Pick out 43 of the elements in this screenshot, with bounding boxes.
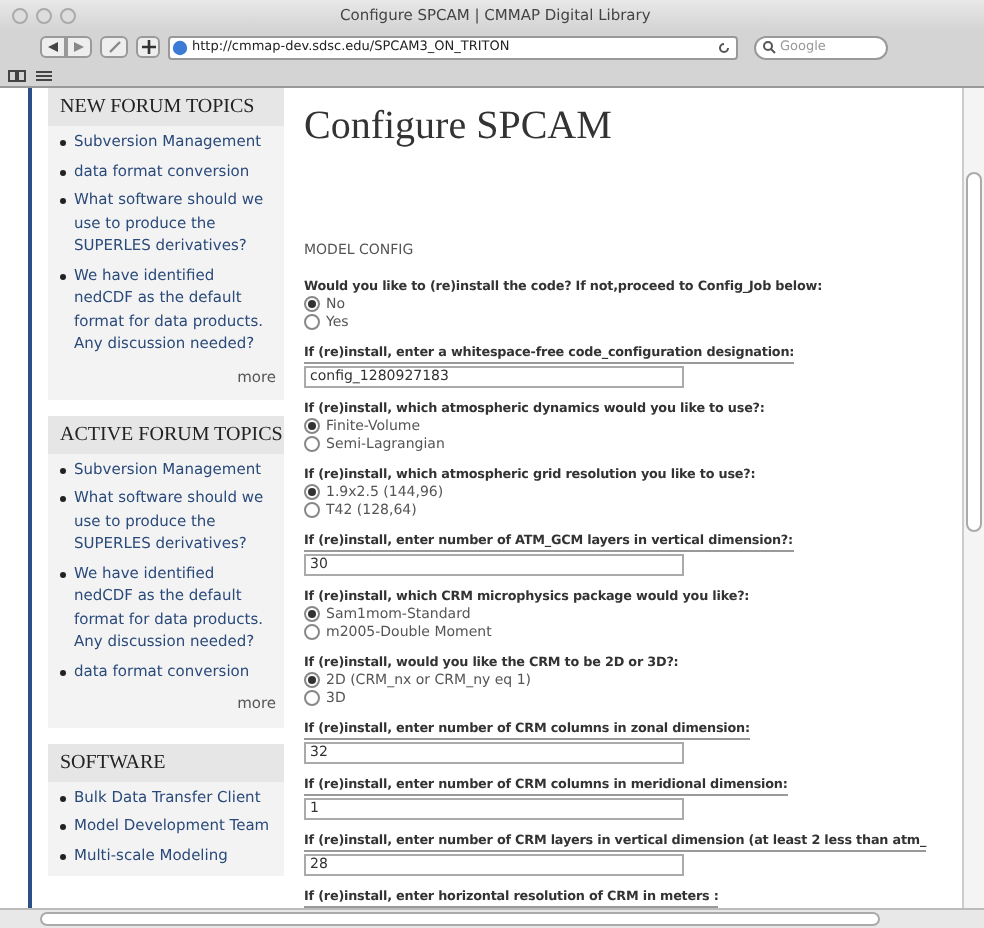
minimize-icon[interactable] [36, 7, 52, 23]
block-title: NEW FORUM TOPICS [48, 88, 284, 126]
bullet-icon [60, 198, 66, 204]
zoom-icon[interactable] [60, 7, 76, 23]
back-button[interactable] [40, 36, 66, 58]
bullet-icon [60, 169, 66, 175]
plus-icon [141, 40, 155, 54]
radio-button[interactable] [304, 606, 320, 622]
back-icon [48, 42, 58, 52]
radio-button[interactable] [304, 436, 320, 452]
bullet-icon [60, 571, 66, 578]
bullet-icon [60, 140, 66, 146]
bullet-icon [60, 467, 66, 474]
radio-button[interactable] [304, 690, 320, 706]
radio-button[interactable] [304, 672, 320, 688]
pencil-icon [107, 40, 121, 54]
bullet-icon [60, 669, 66, 676]
book-icon[interactable] [8, 69, 26, 81]
bullet-icon [60, 496, 66, 503]
reload-icon[interactable] [718, 41, 730, 53]
bullet-icon [60, 273, 66, 279]
radio-button[interactable] [304, 296, 320, 312]
globe-icon [172, 39, 188, 55]
radio-button[interactable] [304, 502, 320, 518]
radio-button[interactable] [304, 314, 320, 330]
block-title: SOFTWARE [48, 743, 284, 781]
bullet-icon [60, 795, 66, 801]
radio-button[interactable] [304, 484, 320, 500]
scroll-thumb[interactable] [40, 912, 880, 926]
forward-icon [74, 42, 84, 52]
block-title: ACTIVE FORUM TOPICS [48, 415, 284, 454]
page-heading: Configure SPCAM [304, 102, 614, 152]
bullet-icon [60, 853, 66, 859]
bullet-icon [60, 824, 66, 830]
radio-button[interactable] [304, 624, 320, 640]
vertical-scrollbar[interactable] [962, 88, 984, 908]
add-bookmark-button[interactable] [136, 36, 160, 58]
scroll-thumb[interactable] [966, 172, 982, 532]
search-icon [762, 40, 776, 54]
horizontal-scrollbar[interactable] [0, 908, 984, 928]
radio-button[interactable] [304, 418, 320, 434]
close-icon[interactable] [12, 7, 28, 23]
list-icon[interactable] [36, 69, 52, 81]
